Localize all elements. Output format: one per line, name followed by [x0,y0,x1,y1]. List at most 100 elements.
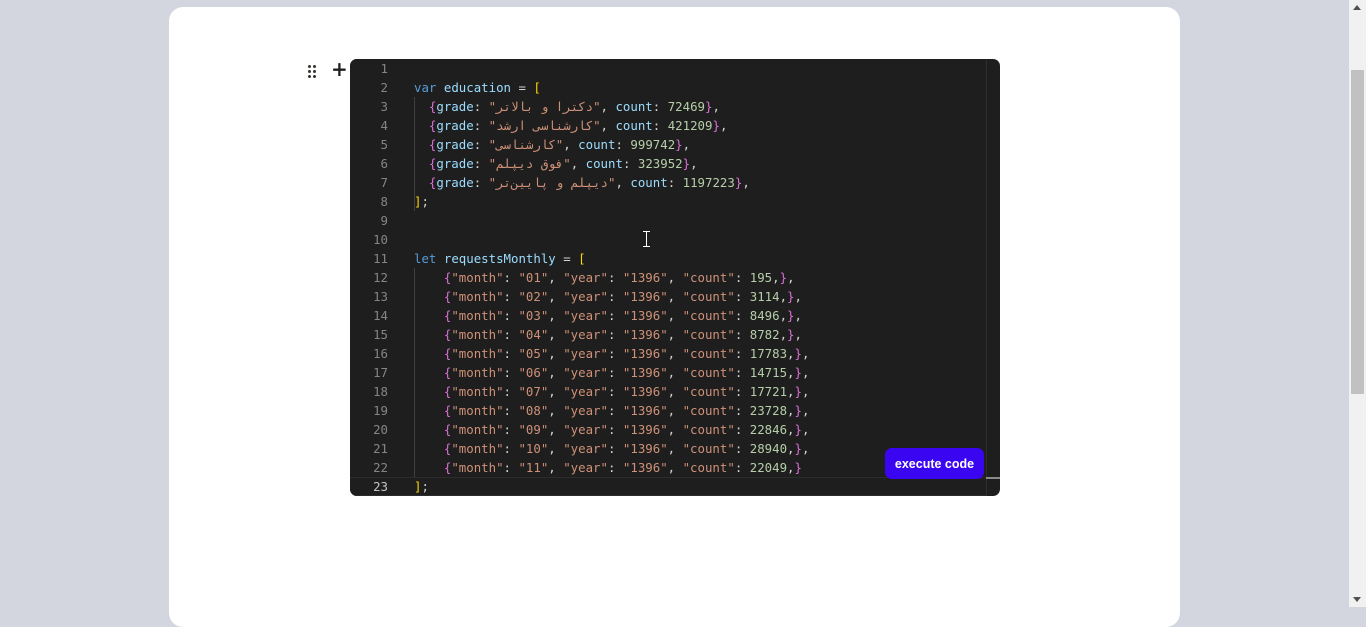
code-token: 323952 [637,156,683,171]
code-token: 1197223 [682,175,735,190]
code-token: , [563,137,579,152]
code-token: 72469 [667,99,706,114]
code-line[interactable]: 1 [350,59,986,78]
scroll-down-arrow-icon[interactable] [1353,597,1361,602]
code-token: "1396" [622,422,668,437]
code-token: : [734,270,750,285]
code-token: : [503,346,519,361]
code-line[interactable]: 18 {"month": "07", "year": "1396", "coun… [350,382,986,401]
line-number: 10 [373,232,388,247]
code-token: "کارشناسی ارشد" [488,118,601,133]
plus-icon[interactable]: + [331,59,348,79]
code-token: 17783 [749,346,788,361]
code-token: 17721 [749,384,788,399]
code-line[interactable]: 13 {"month": "02", "year": "1396", "coun… [350,287,986,306]
code-token: , [794,327,802,342]
code-line[interactable]: 23]; [350,477,986,496]
editor-scrollbar[interactable] [986,59,1000,496]
code-token: "10" [518,441,549,456]
code-line[interactable]: 15 {"month": "04", "year": "1396", "coun… [350,325,986,344]
code-token: , [690,156,698,171]
code-token: : [473,175,489,190]
code-token: "year" [563,270,608,285]
code-token: "month" [451,422,504,437]
code-line[interactable]: 19 {"month": "08", "year": "1396", "coun… [350,401,986,420]
code-token: = [555,251,579,266]
code-token: : [607,327,623,342]
code-token: "04" [518,327,549,342]
code-token: "year" [563,327,608,342]
code-lines[interactable]: 1 2 var education = [3 {grade: "دکترا و با… [350,59,986,496]
code-token: : [607,289,623,304]
code-token: : [503,270,519,285]
line-number: 4 [380,118,388,133]
code-line[interactable]: 14 {"month": "03", "year": "1396", "coun… [350,306,986,325]
line-number: 5 [380,137,388,152]
code-line[interactable]: 8]; [350,192,986,211]
code-line[interactable]: 3 {grade: "دکترا و بالاتر", count: 72469… [350,97,986,116]
code-line[interactable]: 6 {grade: "فوق دیپلم", count: 323952}, [350,154,986,173]
code-token: "count" [682,422,735,437]
code-token: , [548,441,564,456]
code-line[interactable]: 11 let requestsMonthly = [ [350,249,986,268]
scrollbar-thumb[interactable] [1351,70,1364,394]
code-token: : [503,327,519,342]
code-token: , [667,365,683,380]
code-token: : [607,308,623,323]
code-text: let requestsMonthly = [ [414,249,586,268]
code-token: : [473,137,489,152]
line-number: 21 [373,441,388,456]
code-token: : [607,384,623,399]
code-token: , [801,441,810,456]
code-line[interactable]: 16 {"month": "05", "year": "1396", "coun… [350,344,986,363]
line-number: 11 [373,251,388,266]
code-token: count [585,156,623,171]
drag-handle-icon[interactable] [306,65,318,79]
code-token: : [607,403,623,418]
scroll-up-arrow-icon[interactable] [1353,5,1361,10]
line-number: 13 [373,289,388,304]
window-scrollbar[interactable] [1349,0,1366,607]
code-token: : [734,460,750,475]
code-text: {"month": "04", "year": "1396", "count":… [414,325,802,344]
code-token: "month" [451,384,504,399]
code-token: : [734,327,750,342]
code-token: "11" [518,460,549,475]
code-line[interactable]: 7 {grade: "دیپلم و پایین‌تر", count: 119… [350,173,986,192]
code-token: } [794,441,802,456]
code-text: ]; [414,192,429,211]
code-token: "01" [518,270,549,285]
execute-code-button[interactable]: execute code [885,448,984,479]
code-line[interactable]: 4 {grade: "کارشناسی ارشد", count: 421209… [350,116,986,135]
code-token: var [414,80,437,95]
code-line[interactable]: 9 [350,211,986,230]
code-token: "1396" [622,403,668,418]
code-token: : [734,422,750,437]
code-token: "month" [451,289,504,304]
code-token: , [787,460,795,475]
code-line[interactable]: 10 [350,230,986,249]
code-token: "year" [563,308,608,323]
code-token: , [742,175,750,190]
code-token: } [787,289,795,304]
line-number: 2 [380,80,388,95]
code-token: 14715 [749,365,788,380]
code-line[interactable]: 5 {grade: "کارشناسی", count: 999742}, [350,135,986,154]
code-line[interactable]: 17 {"month": "06", "year": "1396", "coun… [350,363,986,382]
code-token: , [801,346,810,361]
line-number: 3 [380,99,388,114]
line-number: 16 [373,346,388,361]
code-line[interactable]: 2 var education = [ [350,78,986,97]
code-editor[interactable]: 1 2 var education = [3 {grade: "دکترا و با… [350,59,1000,496]
line-number: 22 [373,460,388,475]
code-token: , [667,441,683,456]
code-token: , [787,270,795,285]
code-line[interactable]: 12 {"month": "01", "year": "1396", "coun… [350,268,986,287]
code-line[interactable]: 20 {"month": "09", "year": "1396", "coun… [350,420,986,439]
code-token: : [473,118,489,133]
code-token: "1396" [622,365,668,380]
code-token: 22846 [749,422,788,437]
